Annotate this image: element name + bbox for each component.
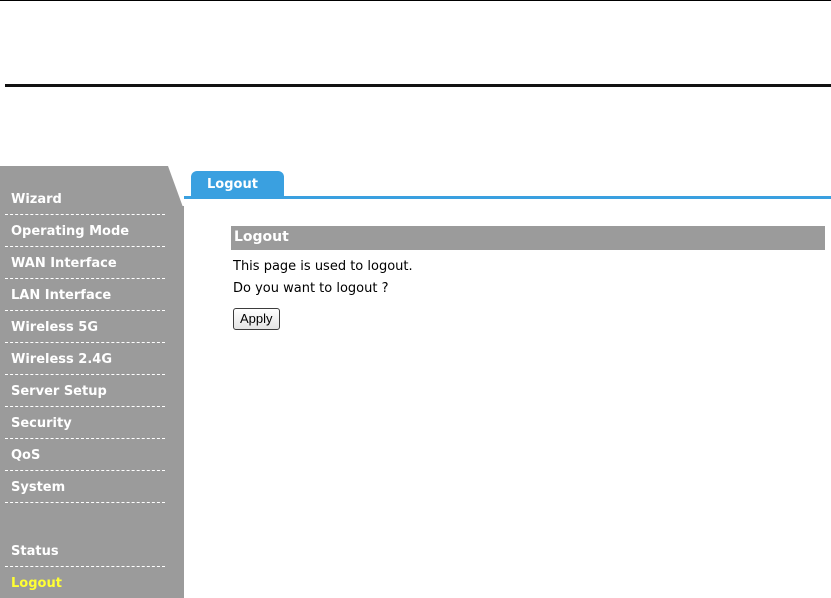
- tab-logout[interactable]: Logout: [191, 171, 284, 198]
- sidebar-item-security[interactable]: Security: [5, 409, 165, 439]
- section-title: Logout: [231, 226, 825, 250]
- sidebar-item-operating-mode[interactable]: Operating Mode: [5, 217, 165, 247]
- sidebar-nav: Wizard Operating Mode WAN Interface LAN …: [0, 166, 184, 598]
- sidebar-item-status[interactable]: Status: [5, 537, 165, 567]
- sidebar-item-wireless-5g[interactable]: Wireless 5G: [5, 313, 165, 343]
- sidebar-item-wizard[interactable]: Wizard: [5, 185, 165, 215]
- top-border: [0, 0, 831, 1]
- sidebar-item-system[interactable]: System: [5, 473, 165, 503]
- page-description: This page is used to logout.: [233, 259, 413, 274]
- logout-question: Do you want to logout ?: [233, 281, 389, 296]
- sidebar-item-lan-interface[interactable]: LAN Interface: [5, 281, 165, 311]
- router-admin-page: Wizard Operating Mode WAN Interface LAN …: [0, 0, 831, 598]
- sidebar-item-logout[interactable]: Logout: [5, 569, 165, 598]
- sidebar-item-wireless-2-4g[interactable]: Wireless 2.4G: [5, 345, 165, 375]
- sidebar-item-wan-interface[interactable]: WAN Interface: [5, 249, 165, 279]
- header-divider: [5, 84, 831, 87]
- apply-button[interactable]: Apply: [233, 308, 280, 330]
- sidebar-item-server-setup[interactable]: Server Setup: [5, 377, 165, 407]
- sidebar-item-qos[interactable]: QoS: [5, 441, 165, 471]
